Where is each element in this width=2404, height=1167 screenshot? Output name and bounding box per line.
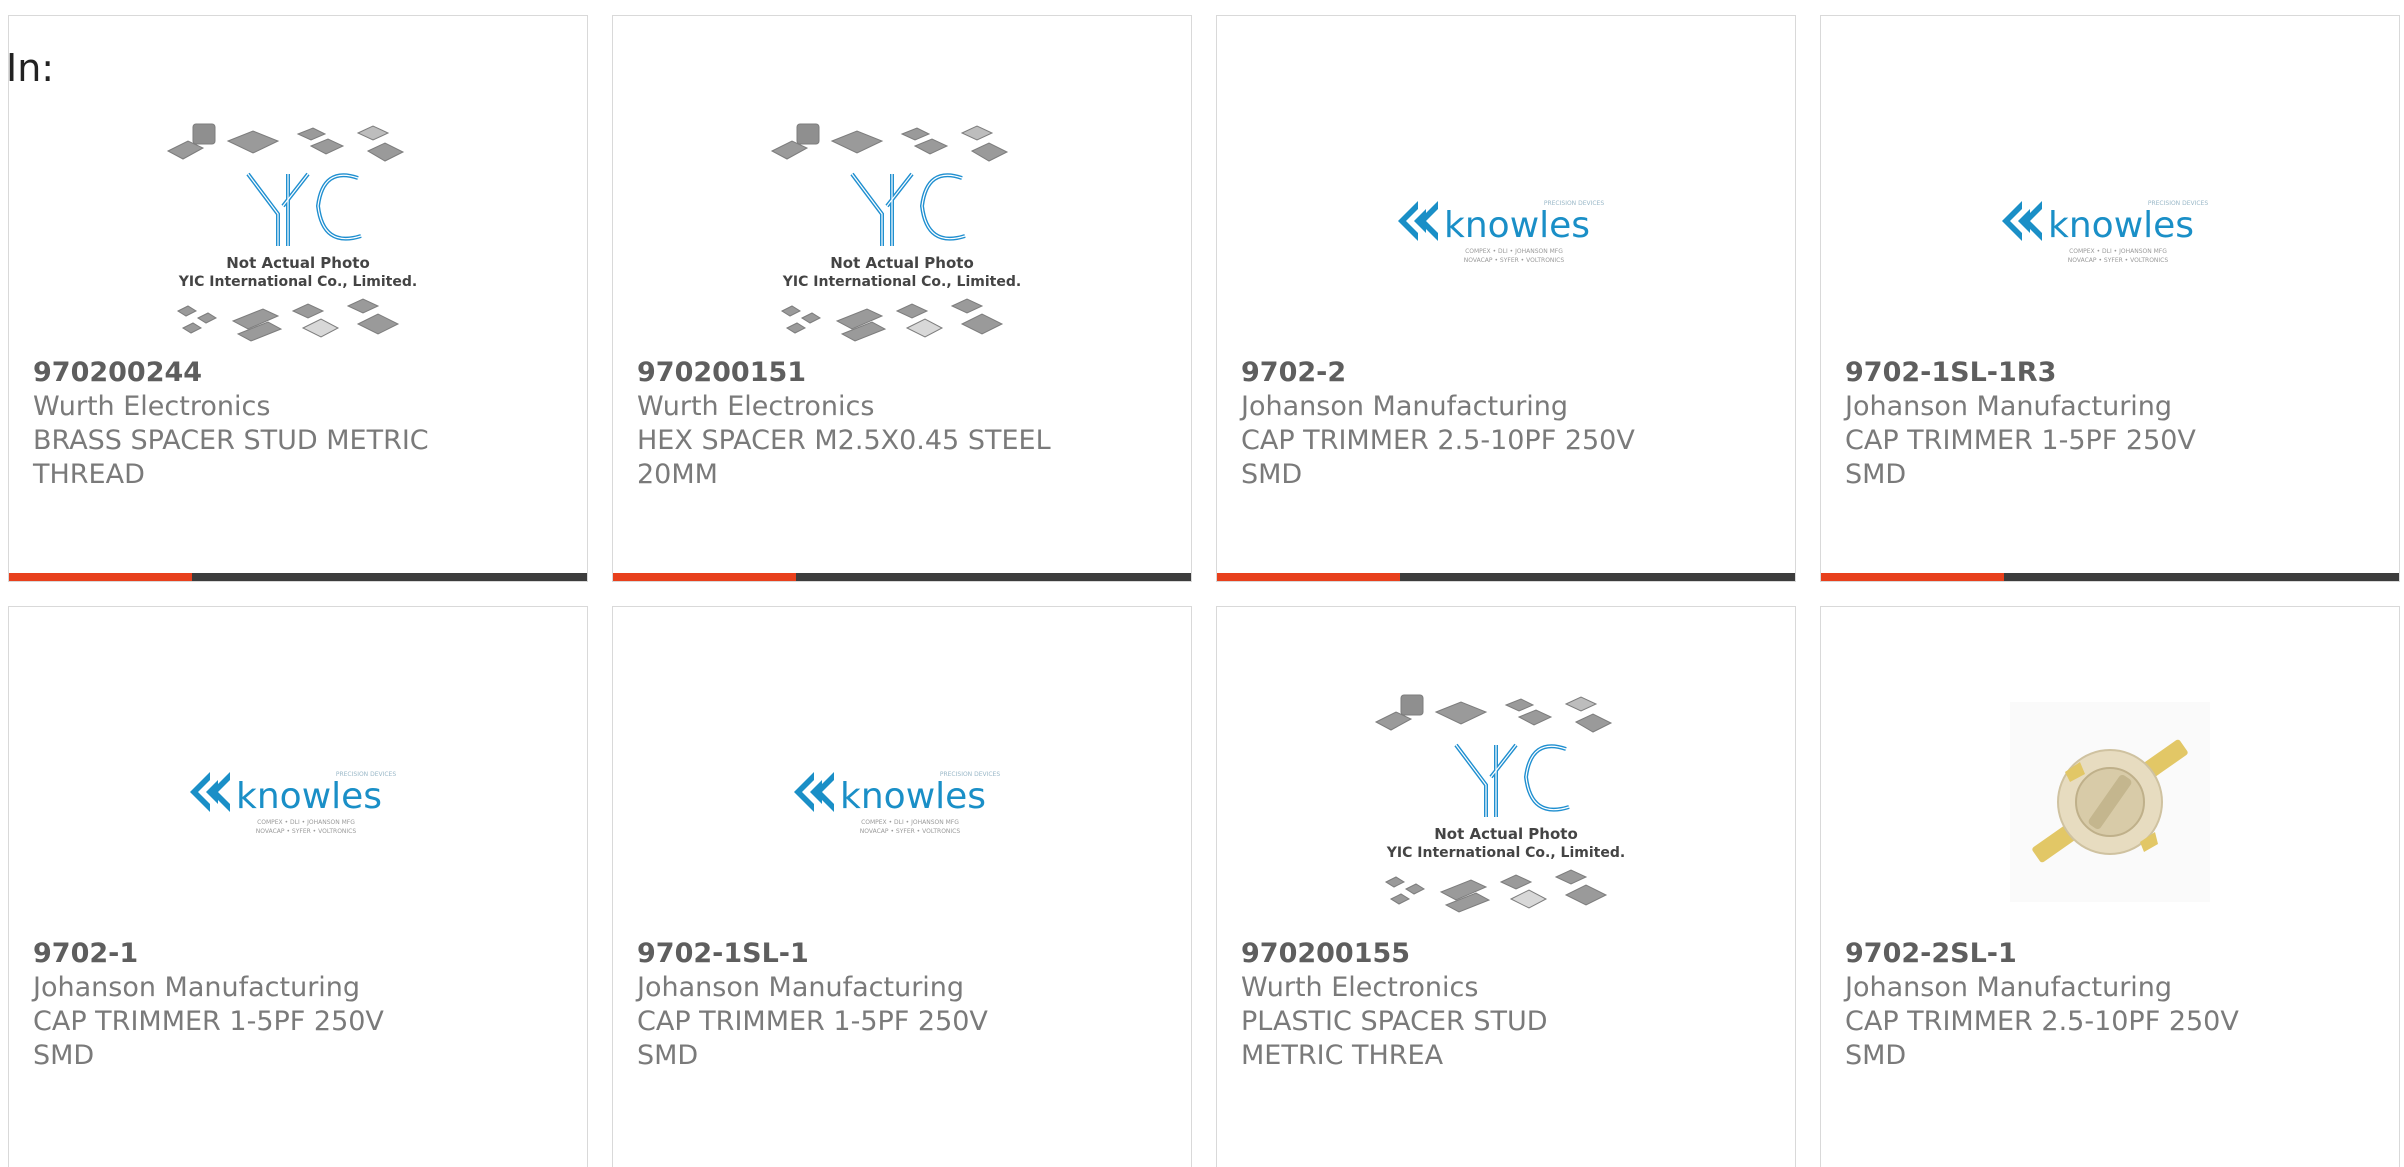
product-thumbnail[interactable] — [1970, 672, 2250, 932]
manufacturer-name: Wurth Electronics — [637, 391, 875, 422]
part-number-link[interactable]: 9702-2SL-1 — [1845, 937, 2259, 971]
card-accent-bar — [613, 573, 796, 581]
trimmer-capacitor-photo — [2010, 702, 2210, 902]
product-thumbnail[interactable]: PRECISION DEVICES knowles COMPEX • DLI •… — [1970, 101, 2250, 361]
yic-placeholder-line2: YIC International Co., Limited. — [178, 274, 417, 290]
card-bottom-bar — [1217, 573, 1795, 581]
product-card[interactable]: PRECISION DEVICES knowles COMPEX • DLI •… — [1216, 15, 1796, 582]
product-info: 9702-2 Johanson Manufacturing CAP TRIMMER … — [1241, 356, 1655, 492]
product-info: 9702-1SL-1 Johanson Manufacturing CAP TRIM… — [637, 937, 1051, 1073]
yic-placeholder-image: Not Actual Photo YIC International Co., … — [770, 123, 1021, 342]
card-accent-bar — [1217, 573, 1400, 581]
knowles-wordmark: knowles — [236, 776, 382, 817]
product-description: CAP TRIMMER 2.5-10PF 250V SMD — [1241, 425, 1635, 490]
product-description: CAP TRIMMER 2.5-10PF 250V SMD — [1845, 1006, 2239, 1071]
product-info: 970200244 Wurth Electronics BRASS SPACER S… — [33, 356, 447, 492]
product-description: PLASTIC SPACER STUD METRIC THREA — [1241, 1006, 1548, 1071]
yic-placeholder-line1: Not Actual Photo — [830, 254, 974, 272]
part-number-link[interactable]: 9702-1 — [33, 937, 447, 971]
yic-placeholder-line2: YIC International Co., Limited. — [1386, 845, 1625, 861]
manufacturer-name: Johanson Manufacturing — [637, 972, 965, 1003]
product-info: 9702-1 Johanson Manufacturing CAP TRIMMER … — [33, 937, 447, 1073]
product-results-page: In: Not Actual Photo YIC International C… — [0, 0, 2404, 1167]
card-bottom-bar — [1821, 573, 2399, 581]
product-thumbnail[interactable]: PRECISION DEVICES knowles COMPEX • DLI •… — [1366, 101, 1646, 361]
product-description: CAP TRIMMER 1-5PF 250V SMD — [33, 1006, 384, 1071]
knowles-tag-line1: COMPEX • DLI • JOHANSON MFG — [2069, 248, 2167, 255]
card-accent-bar — [1821, 573, 2004, 581]
yic-placeholder-line1: Not Actual Photo — [226, 254, 370, 272]
manufacturer-name: Johanson Manufacturing — [1241, 391, 1569, 422]
knowles-wordmark: knowles — [1444, 205, 1590, 246]
knowles-logo-image: PRECISION DEVICES knowles COMPEX • DLI •… — [190, 771, 396, 835]
product-info: 9702-1SL-1R3 Johanson Manufacturing CAP TR… — [1845, 356, 2259, 492]
yic-placeholder-line1: Not Actual Photo — [1434, 825, 1578, 843]
manufacturer-name: Wurth Electronics — [1241, 972, 1479, 1003]
product-info: 9702-2SL-1 Johanson Manufacturing CAP TRIM… — [1845, 937, 2259, 1073]
product-card[interactable]: 9702-2SL-1 Johanson Manufacturing CAP TRIM… — [1820, 606, 2400, 1167]
knowles-wordmark: knowles — [840, 776, 986, 817]
knowles-tag-line2: NOVACAP • SYFER • VOLTRONICS — [1464, 257, 1565, 264]
product-info: 970200151 Wurth Electronics HEX SPACER M2.… — [637, 356, 1051, 492]
part-number-link[interactable]: 970200244 — [33, 356, 447, 390]
filter-label: In: — [6, 46, 55, 90]
product-thumbnail[interactable]: Not Actual Photo YIC International Co., … — [1366, 672, 1646, 932]
part-number-link[interactable]: 9702-1SL-1R3 — [1845, 356, 2259, 390]
yic-placeholder-image: Not Actual Photo YIC International Co., … — [1374, 694, 1625, 913]
product-card[interactable]: PRECISION DEVICES knowles COMPEX • DLI •… — [8, 606, 588, 1167]
product-thumbnail[interactable]: PRECISION DEVICES knowles COMPEX • DLI •… — [158, 672, 438, 932]
product-card[interactable]: Not Actual Photo YIC International Co., … — [8, 15, 588, 582]
product-card[interactable]: Not Actual Photo YIC International Co., … — [612, 15, 1192, 582]
manufacturer-name: Johanson Manufacturing — [1845, 391, 2173, 422]
product-card[interactable]: PRECISION DEVICES knowles COMPEX • DLI •… — [1820, 15, 2400, 582]
knowles-tag-line2: NOVACAP • SYFER • VOLTRONICS — [2068, 257, 2169, 264]
card-bottom-bar — [9, 573, 587, 581]
product-description: CAP TRIMMER 1-5PF 250V SMD — [1845, 425, 2196, 490]
card-accent-bar — [9, 573, 192, 581]
product-card[interactable]: Not Actual Photo YIC International Co., … — [1216, 606, 1796, 1167]
knowles-logo-image: PRECISION DEVICES knowles COMPEX • DLI •… — [1398, 200, 1604, 264]
knowles-tag-line1: COMPEX • DLI • JOHANSON MFG — [257, 819, 355, 826]
part-number-link[interactable]: 9702-1SL-1 — [637, 937, 1051, 971]
knowles-tag-line2: NOVACAP • SYFER • VOLTRONICS — [860, 828, 961, 835]
product-description: HEX SPACER M2.5X0.45 STEEL 20MM — [637, 425, 1051, 490]
yic-placeholder-line2: YIC International Co., Limited. — [782, 274, 1021, 290]
knowles-tag-line1: COMPEX • DLI • JOHANSON MFG — [1465, 248, 1563, 255]
product-grid: Not Actual Photo YIC International Co., … — [8, 15, 2400, 1167]
manufacturer-name: Johanson Manufacturing — [33, 972, 361, 1003]
product-description: BRASS SPACER STUD METRIC THREAD — [33, 425, 429, 490]
product-thumbnail[interactable]: Not Actual Photo YIC International Co., … — [762, 101, 1042, 361]
yic-placeholder-image: Not Actual Photo YIC International Co., … — [166, 123, 417, 342]
manufacturer-name: Johanson Manufacturing — [1845, 972, 2173, 1003]
part-number-link[interactable]: 970200155 — [1241, 937, 1655, 971]
knowles-tag-line1: COMPEX • DLI • JOHANSON MFG — [861, 819, 959, 826]
manufacturer-name: Wurth Electronics — [33, 391, 271, 422]
product-description: CAP TRIMMER 1-5PF 250V SMD — [637, 1006, 988, 1071]
product-thumbnail[interactable]: PRECISION DEVICES knowles COMPEX • DLI •… — [762, 672, 1042, 932]
knowles-logo-image: PRECISION DEVICES knowles COMPEX • DLI •… — [2002, 200, 2208, 264]
product-info: 970200155 Wurth Electronics PLASTIC SPACER… — [1241, 937, 1655, 1073]
part-number-link[interactable]: 9702-2 — [1241, 356, 1655, 390]
knowles-logo-image: PRECISION DEVICES knowles COMPEX • DLI •… — [794, 771, 1000, 835]
product-thumbnail[interactable]: Not Actual Photo YIC International Co., … — [158, 101, 438, 361]
knowles-tag-line2: NOVACAP • SYFER • VOLTRONICS — [256, 828, 357, 835]
part-number-link[interactable]: 970200151 — [637, 356, 1051, 390]
knowles-wordmark: knowles — [2048, 205, 2194, 246]
product-card[interactable]: PRECISION DEVICES knowles COMPEX • DLI •… — [612, 606, 1192, 1167]
card-bottom-bar — [613, 573, 1191, 581]
